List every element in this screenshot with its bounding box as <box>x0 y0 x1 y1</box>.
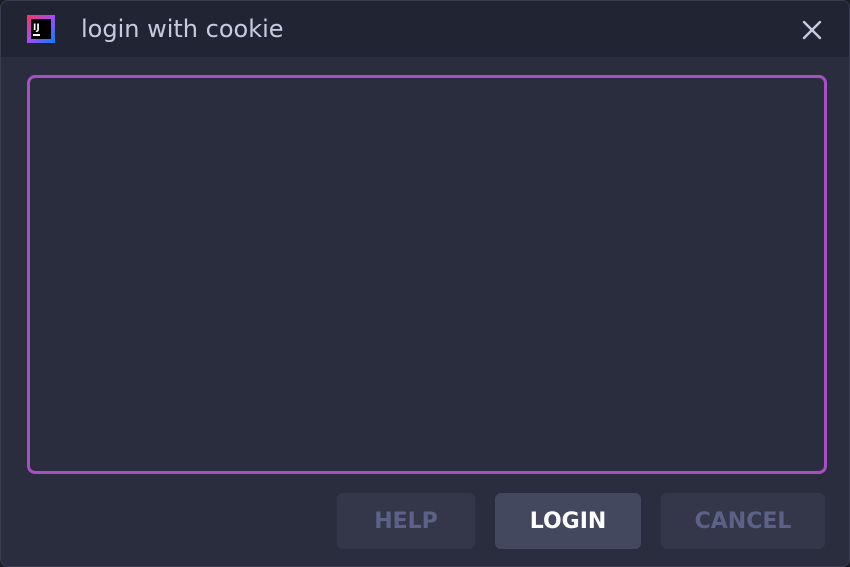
login-button[interactable]: LOGIN <box>495 493 641 549</box>
dialog-title: login with cookie <box>81 15 284 43</box>
title-bar[interactable]: IJ login with cookie <box>1 1 849 57</box>
help-button[interactable]: HELP <box>337 493 475 549</box>
login-dialog: IJ login with cookie HELP LOGIN CANCEL <box>0 0 850 567</box>
app-icon-text: IJ <box>33 23 40 33</box>
intellij-idea-icon: IJ <box>27 15 55 43</box>
close-icon[interactable] <box>797 15 827 45</box>
cancel-button[interactable]: CANCEL <box>661 493 825 549</box>
cookie-input[interactable] <box>27 75 827 474</box>
